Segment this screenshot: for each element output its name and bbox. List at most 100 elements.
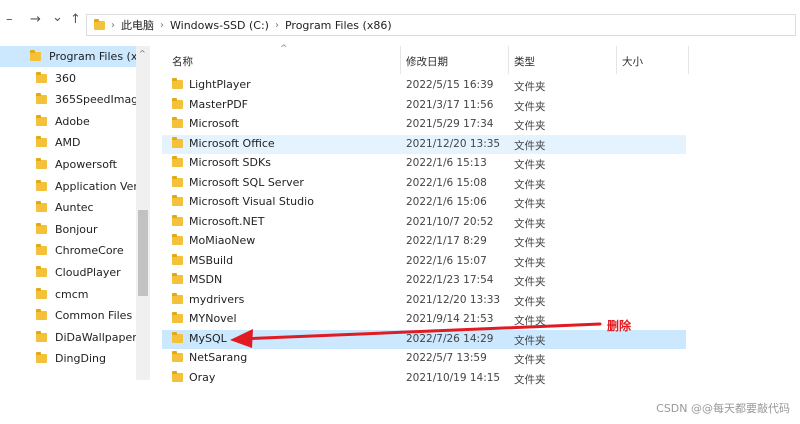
file-name-cell: Microsoft Visual Studio [172, 195, 314, 208]
file-name: MoMiaoNew [189, 234, 256, 247]
file-row[interactable]: MoMiaoNew 2022/1/17 8:29 文件夹 [162, 232, 686, 251]
breadcrumb-drive[interactable]: Windows-SSD (C:) [170, 19, 269, 32]
file-type: 文件夹 [514, 178, 546, 191]
file-type: 文件夹 [514, 81, 546, 93]
file-row[interactable]: Microsoft SDKs 2022/1/6 15:13 文件夹 [162, 154, 686, 173]
sidebar-scroll-thumb[interactable] [138, 210, 148, 296]
chevron-right-icon[interactable]: › [160, 20, 164, 31]
breadcrumb-program-files[interactable]: Program Files (x86) [285, 19, 392, 32]
column-divider[interactable] [400, 46, 401, 74]
sidebar-item-label: Auntec [55, 201, 94, 215]
sidebar-item[interactable]: ChromeCore [0, 240, 136, 261]
sidebar-item[interactable]: Adobe [0, 111, 136, 132]
sidebar-item[interactable]: Program Files (x86) [0, 46, 136, 67]
file-row[interactable]: MSBuild 2022/1/6 15:07 文件夹 [162, 252, 686, 271]
folder-icon [36, 158, 47, 169]
file-name-cell: Microsoft.NET [172, 214, 264, 228]
file-row[interactable]: Microsoft SQL Server 2022/1/6 15:08 文件夹 [162, 174, 686, 193]
file-name: Microsoft [189, 117, 240, 130]
file-type: 文件夹 [514, 237, 546, 249]
file-type: 文件夹 [514, 159, 546, 171]
file-name-cell: Microsoft SQL Server [172, 175, 304, 189]
sidebar-item[interactable]: Bonjour [0, 219, 136, 240]
column-divider[interactable] [508, 46, 509, 74]
folder-icon [172, 78, 183, 89]
column-header: 名称 ^ 修改日期 类型 大小 [162, 44, 692, 74]
sidebar-item-label: 365SpeedImage [55, 93, 136, 107]
file-row[interactable]: Microsoft 2021/5/29 17:34 文件夹 [162, 115, 686, 134]
file-row[interactable]: Microsoft.NET 2021/10/7 20:52 文件夹 [162, 213, 686, 232]
sidebar-item[interactable]: 365SpeedImage [0, 89, 136, 110]
folder-icon [36, 352, 47, 364]
folder-icon [172, 195, 183, 206]
file-date: 2021/3/17 11:56 [406, 98, 494, 111]
folder-icon [172, 234, 183, 245]
minimize-icon[interactable]: – [6, 12, 13, 27]
column-divider[interactable] [688, 46, 689, 74]
sidebar-item[interactable]: cmcm [0, 284, 136, 305]
file-row[interactable]: MSDN 2022/1/23 17:54 文件夹 [162, 271, 686, 290]
file-row[interactable]: NetSarang 2022/5/7 13:59 文件夹 [162, 349, 686, 368]
folder-icon [36, 222, 47, 234]
file-type: 文件夹 [514, 315, 546, 327]
navigation-pane: Program Files (x86) 360 365SpeedImage Adobe… [0, 46, 150, 380]
file-row[interactable]: MasterPDF 2021/3/17 11:56 文件夹 [162, 96, 686, 115]
column-type[interactable]: 类型 [514, 54, 535, 69]
column-divider[interactable] [616, 46, 617, 74]
sidebar-item-label: AMD [55, 136, 81, 150]
column-size[interactable]: 大小 [622, 54, 643, 69]
sidebar-item[interactable]: DiDaWallpaper [0, 327, 136, 348]
breadcrumb-this-pc[interactable]: 此电脑 [121, 17, 154, 33]
file-row[interactable]: Microsoft Visual Studio 2022/1/6 15:06 文件夹 [162, 193, 686, 212]
file-date: 2022/1/23 17:54 [406, 274, 494, 286]
file-name: MSBuild [189, 253, 234, 267]
sidebar-item[interactable]: Common Files [0, 305, 136, 326]
up-arrow-icon[interactable]: ↑ [70, 12, 81, 27]
folder-icon [30, 50, 41, 61]
sidebar-item[interactable]: Application Verifier [0, 176, 136, 197]
sidebar-item-label: Apowersoft [55, 158, 117, 171]
file-date: 2021/10/19 14:15 [406, 371, 501, 384]
folder-icon [36, 244, 47, 256]
folder-icon [172, 331, 183, 343]
file-type: 文件夹 [514, 217, 546, 230]
sidebar-item-label: Application Verifier [55, 179, 136, 193]
breadcrumb: › 此电脑 › Windows-SSD (C:) › Program Files… [94, 17, 392, 33]
sidebar-item-label: Program Files (x86) [49, 50, 136, 63]
folder-icon [172, 136, 183, 148]
address-bar-area: – → ⌄ ↑ › 此电脑 › Windows-SSD (C:) › Progr… [0, 0, 800, 40]
folder-icon [172, 312, 183, 323]
sidebar-item[interactable]: CloudPlayer [0, 262, 136, 283]
file-name: Microsoft SDKs [189, 156, 271, 169]
sidebar-item-label: Bonjour [55, 222, 98, 236]
folder-icon [172, 214, 183, 226]
folder-icon [172, 351, 183, 362]
sidebar-item[interactable]: Apowersoft [0, 154, 136, 175]
scroll-up-icon[interactable]: ^ [139, 49, 146, 58]
file-row[interactable]: Microsoft Office 2021/12/20 13:35 文件夹 [162, 134, 686, 154]
file-name: Microsoft SQL Server [189, 175, 304, 189]
file-name-cell: Microsoft Office [172, 136, 275, 150]
file-date: 2021/10/7 20:52 [406, 215, 494, 228]
file-date: 2022/1/6 15:13 [406, 157, 487, 169]
sidebar-item[interactable]: Auntec [0, 197, 136, 218]
file-row[interactable]: mydrivers 2021/12/20 13:33 文件夹 [162, 291, 686, 310]
forward-icon[interactable]: → [30, 12, 41, 27]
file-row[interactable]: Oray 2021/10/19 14:15 文件夹 [162, 369, 686, 388]
chevron-right-icon[interactable]: › [275, 20, 279, 31]
sidebar-item[interactable]: DingDing [0, 348, 136, 369]
sidebar-item[interactable]: 360 [0, 68, 136, 89]
sidebar-item-label: ChromeCore [55, 244, 124, 258]
sidebar-item-label: DingDing [55, 352, 106, 366]
sidebar-item-label: cmcm [55, 287, 89, 301]
file-row[interactable]: LightPlayer 2022/5/15 16:39 文件夹 [162, 76, 686, 95]
chevron-right-icon[interactable]: › [111, 20, 115, 31]
folder-icon [36, 201, 47, 213]
file-name-cell: MSDN [172, 273, 222, 286]
column-modified[interactable]: 修改日期 [406, 54, 448, 69]
recent-dropdown-icon[interactable]: ⌄ [52, 10, 63, 25]
folder-icon [36, 136, 47, 148]
file-name: mydrivers [189, 292, 245, 306]
column-name[interactable]: 名称 [172, 54, 193, 69]
sidebar-item[interactable]: AMD [0, 132, 136, 153]
